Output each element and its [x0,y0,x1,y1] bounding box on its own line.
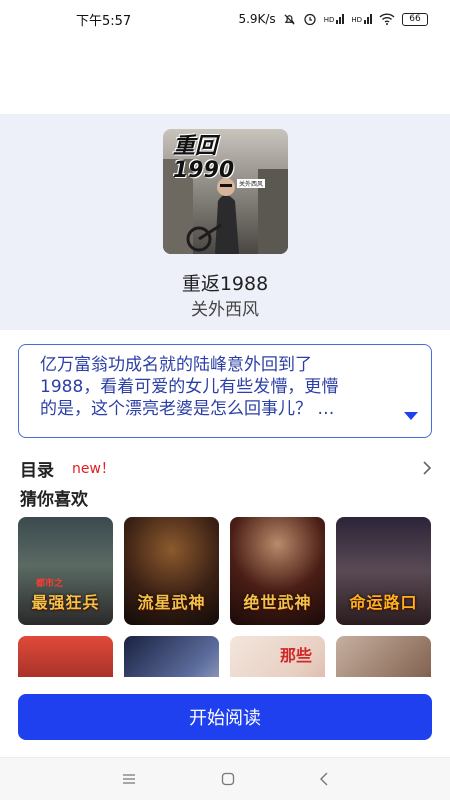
expand-arrow-icon[interactable] [403,411,419,421]
chevron-right-icon [423,461,432,475]
recommend-grid: 都市之 最强狂兵 流星武神 绝世武神 命运路口 那些 [18,517,432,677]
description-line: 的是，这个漂亮老婆是怎么回事儿？ … [40,399,335,419]
status-time: 下午5:57 [76,13,132,29]
book-title: 重返1988 [181,273,269,295]
book-description[interactable]: 亿万富翁功成名就的陆峰意外回到了 1988，看着可爱的女儿有些发懵，更懵 的是，… [18,344,432,438]
recommend-book[interactable]: 流星武神 [124,517,219,625]
top-app-bar [0,38,450,114]
back-icon[interactable] [319,772,329,786]
book-cover-title: 流星武神 [137,593,206,612]
recommend-book[interactable]: 那些 [230,636,325,677]
start-reading-button[interactable]: 开始阅读 [18,694,432,740]
home-icon[interactable] [221,772,235,786]
book-header: 重回1990 关外西风 重返1988 关外西风 [0,114,450,330]
book-author[interactable]: 关外西风 [0,295,450,320]
recommend-book[interactable] [124,636,219,677]
status-icons: 5.9K/s HD HD 66 [238,12,428,26]
recommend-book[interactable]: 都市之 最强狂兵 [18,517,113,625]
book-cover-title: 绝世武神 [243,593,312,612]
new-badge: new！ [72,461,115,477]
catalog-title: 目录 [20,460,54,481]
description-line: 1988，看着可爱的女儿有些发懵，更懵 [40,377,339,397]
recommend-book[interactable]: 命运路口 [336,517,431,625]
status-bar: 下午5:57 5.9K/s HD HD 66 [0,0,450,38]
wifi-icon [379,13,395,25]
battery-icon: 66 [402,12,428,26]
signal-icon: HD [351,14,372,24]
alarm-icon [304,13,316,26]
network-speed: 5.9K/s [238,12,276,26]
menu-icon[interactable] [121,773,137,785]
description-line: 亿万富翁功成名就的陆峰意外回到了 [40,355,312,375]
book-tag: 都市之 [36,579,64,589]
recommend-title: 猜你喜欢 [20,490,88,510]
book-cover-title: 那些 [280,646,313,665]
recommend-book[interactable] [18,636,113,677]
cover-title: 重回1990 [173,134,235,183]
mute-icon [284,13,295,25]
catalog-row[interactable]: 目录 new！ [20,455,432,481]
book-cover-title: 命运路口 [349,593,418,612]
system-nav-bar [0,757,450,800]
book-cover-title: 最强狂兵 [31,593,100,612]
cover-author: 关外西风 [237,179,266,188]
recommend-book[interactable] [336,636,431,677]
recommend-book[interactable]: 绝世武神 [230,517,325,625]
signal-icon: HD [324,14,345,24]
book-cover[interactable]: 重回1990 关外西风 [163,129,288,254]
